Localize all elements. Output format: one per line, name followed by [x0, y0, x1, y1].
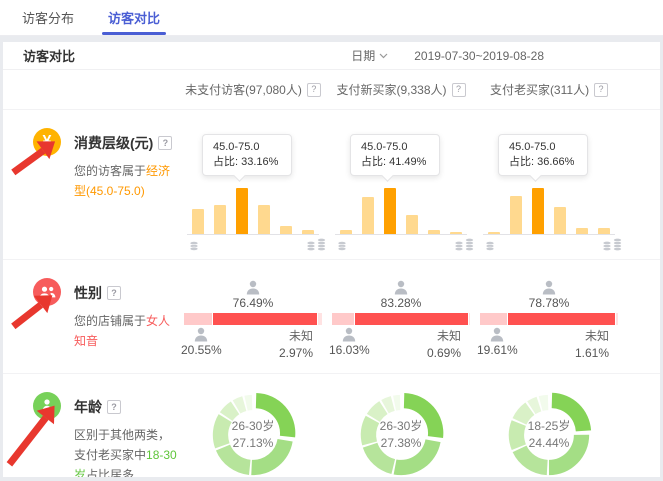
- gender-group-icon: [33, 278, 61, 306]
- male-percent: 16.03%: [329, 343, 370, 357]
- gender-stacked-bar: [184, 313, 322, 325]
- help-icon[interactable]: ?: [107, 286, 121, 300]
- tab-visitor-distribution[interactable]: 访客分布: [22, 0, 74, 35]
- high-spend-coins-icon: [306, 237, 327, 256]
- help-icon[interactable]: ?: [594, 83, 608, 97]
- low-spend-coin-icon: [189, 238, 199, 256]
- tab-bar: 访客分布 访客对比: [0, 0, 663, 36]
- donut-center-value: 24.44%: [529, 435, 570, 452]
- unknown-label: 未知: [437, 327, 461, 344]
- column-header-unpaid: 未支付访客(97,080人) ?: [179, 70, 327, 109]
- donut-center-label: 18-25岁: [528, 418, 571, 435]
- column-header-old-buyers: 支付老买家(311人) ?: [475, 70, 623, 109]
- row-title: 性别: [74, 283, 102, 303]
- column-header-new-buyers: 支付新买家(9,338人) ?: [327, 70, 475, 109]
- gender-row: 性别 ? 您的店铺属于女人知音 76.49% 20.55% 未知 2.97%: [3, 260, 660, 374]
- gender-stacked-bar: [332, 313, 470, 325]
- help-icon[interactable]: ?: [307, 83, 321, 97]
- donut-center-label: 26-30岁: [232, 418, 275, 435]
- tab-visitor-comparison[interactable]: 访客对比: [108, 0, 160, 35]
- column-title: 支付新买家(9,338人): [336, 81, 446, 98]
- chevron-down-icon: [379, 53, 388, 59]
- high-spend-coins-icon: [454, 237, 475, 256]
- row-title: 年龄: [74, 397, 102, 417]
- date-dropdown[interactable]: 日期: [351, 47, 388, 64]
- axis-line: [483, 234, 615, 235]
- page-title: 访客对比: [23, 46, 75, 65]
- female-percent: 78.78%: [529, 296, 570, 310]
- male-percent: 20.55%: [181, 343, 222, 357]
- male-icon: [489, 327, 505, 342]
- help-icon[interactable]: ?: [158, 136, 172, 150]
- bar-chart: [488, 188, 610, 234]
- age-chart-new-buyers[interactable]: 26-30岁 27.38%: [327, 374, 475, 477]
- date-range[interactable]: 2019-07-30~2019-08-28: [414, 49, 544, 63]
- chart-tooltip: 45.0-75.0 占比: 36.66%: [498, 134, 588, 176]
- bar-chart: [192, 188, 314, 234]
- column-header-row: 未支付访客(97,080人) ? 支付新买家(9,338人) ? 支付老买家(3…: [3, 70, 660, 110]
- column-title: 支付老买家(311人): [490, 81, 589, 98]
- chart-tooltip: 45.0-75.0 占比: 33.16%: [202, 134, 292, 176]
- consumption-row: ¥ 消费层级(元) ? 您的访客属于经济型(45.0-75.0) 45.0-75…: [3, 110, 660, 260]
- female-icon: [541, 280, 557, 295]
- person-icon: [33, 392, 61, 420]
- female-percent: 83.28%: [381, 296, 422, 310]
- male-percent: 19.61%: [477, 343, 518, 357]
- consumption-chart-old-buyers[interactable]: 45.0-75.0 占比: 36.66%: [475, 110, 623, 259]
- date-dropdown-label: 日期: [351, 47, 375, 64]
- consumption-chart-unpaid[interactable]: 45.0-75.0 占比: 33.16%: [179, 110, 327, 259]
- column-title: 未支付访客(97,080人): [185, 81, 302, 98]
- donut-chart: 18-25岁 24.44%: [505, 391, 593, 477]
- row-description: 您的店铺属于女人知音: [74, 311, 179, 351]
- gender-chart-unpaid[interactable]: 76.49% 20.55% 未知 2.97%: [179, 260, 327, 373]
- female-percent: 76.49%: [233, 296, 274, 310]
- donut-center-value: 27.13%: [233, 435, 274, 452]
- female-icon: [393, 280, 409, 295]
- unknown-label: 未知: [585, 327, 609, 344]
- yen-icon: ¥: [33, 128, 61, 156]
- female-icon: [245, 280, 261, 295]
- donut-chart: 26-30岁 27.38%: [357, 391, 445, 477]
- male-icon: [193, 327, 209, 342]
- gender-stacked-bar: [480, 313, 618, 325]
- low-spend-coin-icon: [485, 238, 495, 256]
- donut-center-value: 27.38%: [381, 435, 422, 452]
- male-icon: [341, 327, 357, 342]
- row-description: 区别于其他两类，支付老买家中18-30岁占比居多: [74, 425, 179, 477]
- card-header: 访客对比 日期 2019-07-30~2019-08-28: [3, 42, 660, 70]
- age-chart-old-buyers[interactable]: 18-25岁 24.44%: [475, 374, 623, 477]
- gender-chart-new-buyers[interactable]: 83.28% 16.03% 未知 0.69%: [327, 260, 475, 373]
- unknown-label: 未知: [289, 327, 313, 344]
- axis-line: [187, 234, 319, 235]
- high-spend-coins-icon: [602, 237, 623, 256]
- consumption-chart-new-buyers[interactable]: 45.0-75.0 占比: 41.49%: [327, 110, 475, 259]
- donut-center-label: 26-30岁: [380, 418, 423, 435]
- help-icon[interactable]: ?: [107, 400, 121, 414]
- age-row: 年龄 ? 区别于其他两类，支付老买家中18-30岁占比居多 26-30岁 27.…: [3, 374, 660, 477]
- row-description: 您的访客属于经济型(45.0-75.0): [74, 161, 179, 201]
- help-icon[interactable]: ?: [452, 83, 466, 97]
- unknown-percent: 2.97%: [279, 346, 313, 360]
- row-title: 消费层级(元): [74, 133, 153, 153]
- visitor-comparison-card: 访客对比 日期 2019-07-30~2019-08-28 未支付访客(97,0…: [3, 42, 660, 477]
- unknown-percent: 1.61%: [575, 346, 609, 360]
- low-spend-coin-icon: [337, 238, 347, 256]
- gender-chart-old-buyers[interactable]: 78.78% 19.61% 未知 1.61%: [475, 260, 623, 373]
- age-chart-unpaid[interactable]: 26-30岁 27.13%: [179, 374, 327, 477]
- bar-chart: [340, 188, 462, 234]
- chart-tooltip: 45.0-75.0 占比: 41.49%: [350, 134, 440, 176]
- axis-line: [335, 234, 467, 235]
- unknown-percent: 0.69%: [427, 346, 461, 360]
- donut-chart: 26-30岁 27.13%: [209, 391, 297, 477]
